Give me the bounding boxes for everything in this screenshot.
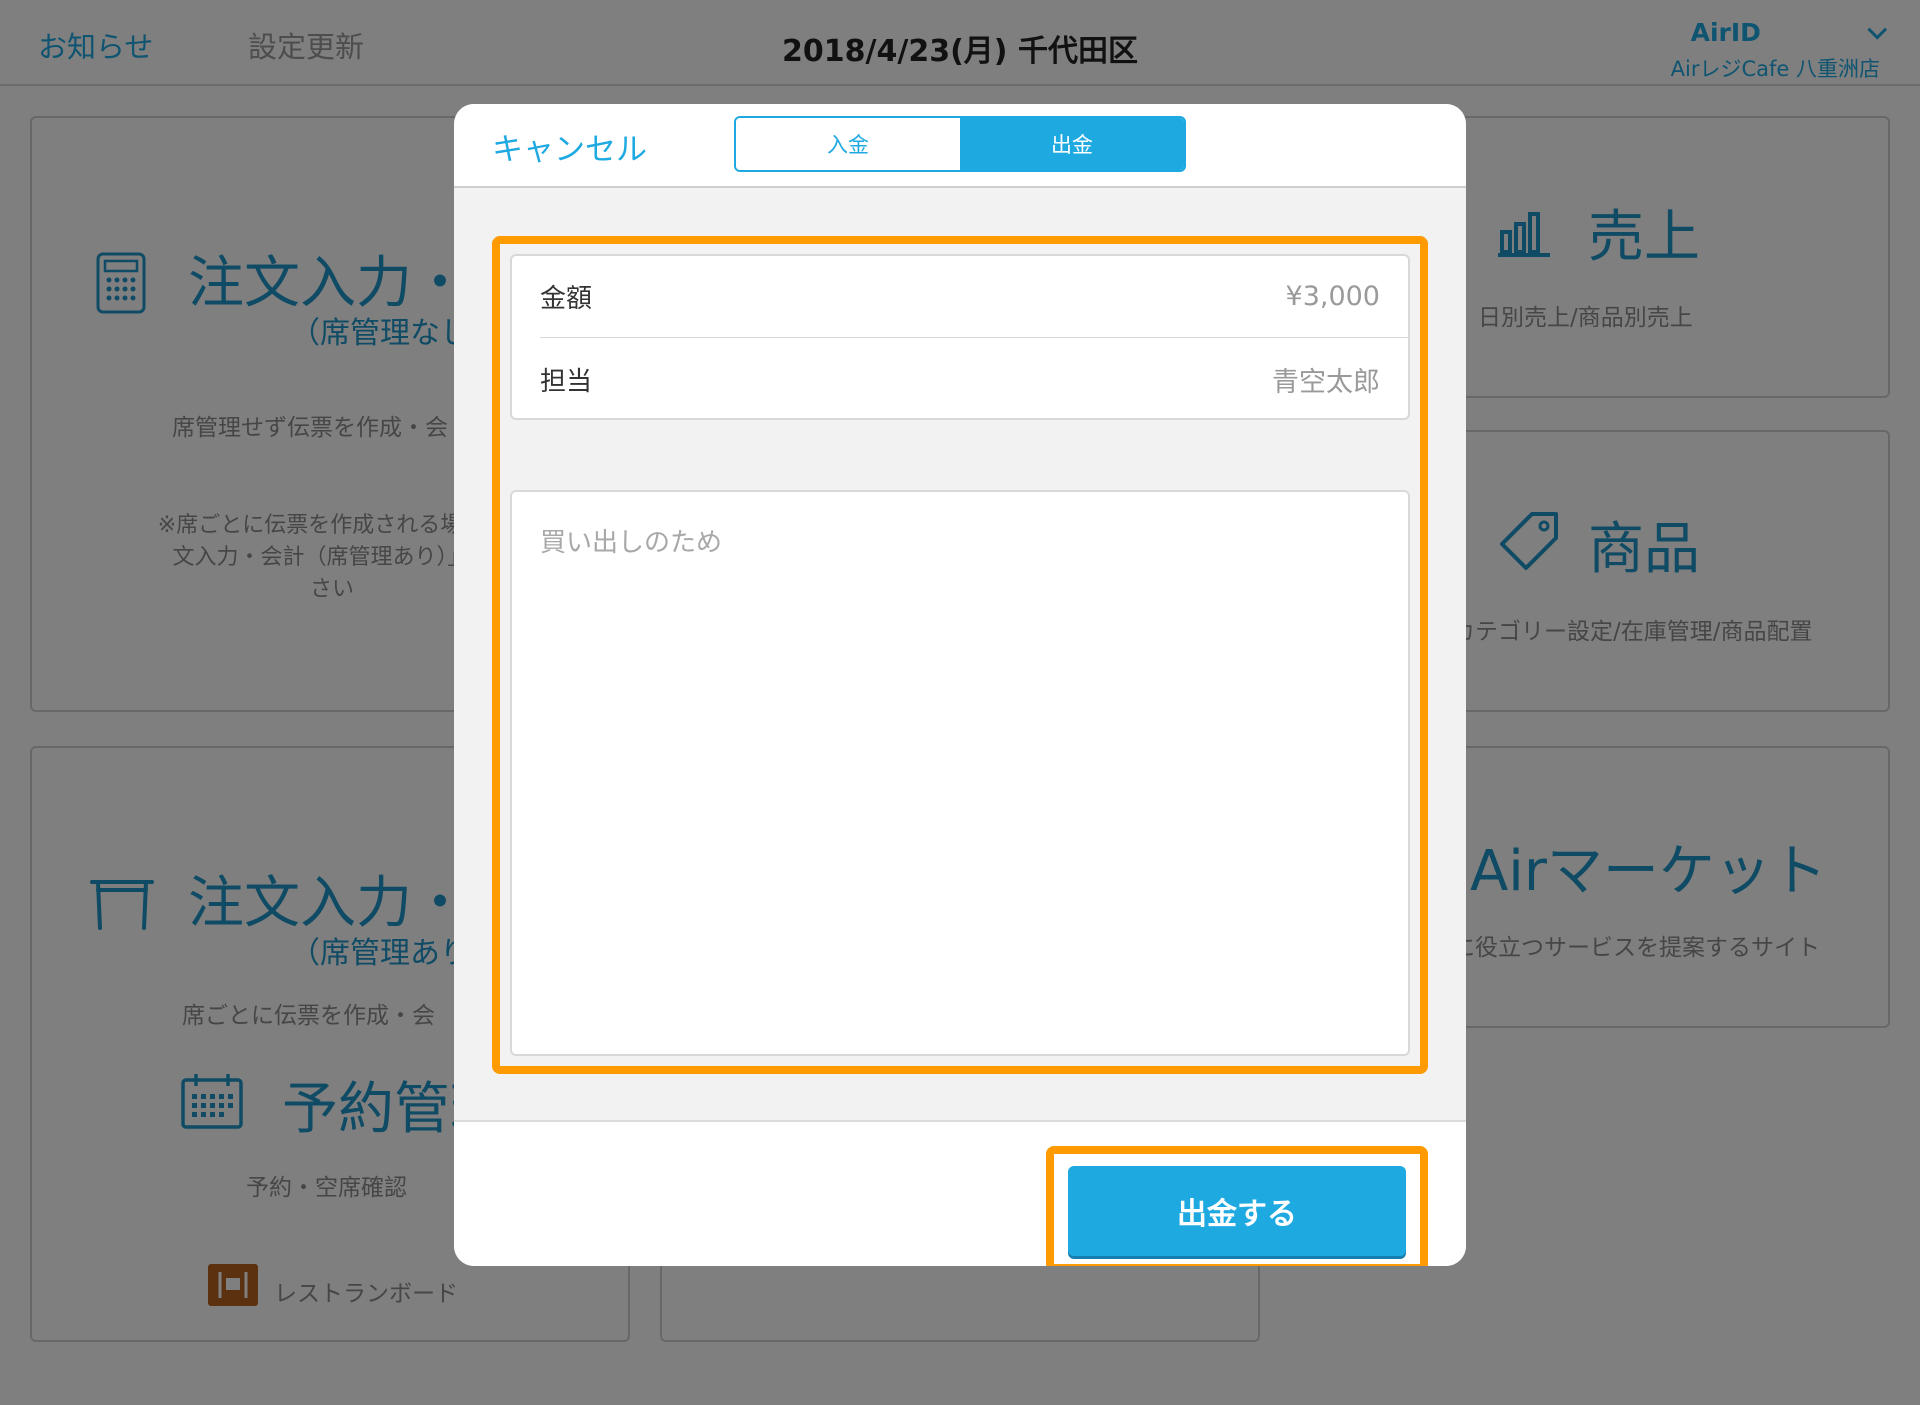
- memo-text: 買い出しのため: [540, 528, 723, 558]
- deposit-withdrawal-toggle: 入金 出金: [734, 116, 1186, 172]
- tab-withdrawal[interactable]: 出金: [960, 118, 1184, 170]
- amount-row[interactable]: 金額 ¥3,000: [540, 256, 1408, 338]
- cancel-button[interactable]: キャンセル: [492, 124, 647, 169]
- modal-header: キャンセル 入金 出金: [454, 104, 1466, 188]
- withdraw-submit-button[interactable]: 出金する: [1068, 1166, 1406, 1256]
- staff-row[interactable]: 担当 青空太郎: [540, 338, 1408, 420]
- amount-label: 金額: [540, 284, 593, 314]
- modal-footer: 出金する: [454, 1120, 1466, 1266]
- form-fields: 金額 ¥3,000 担当 青空太郎: [510, 254, 1410, 420]
- staff-label: 担当: [540, 366, 593, 397]
- tab-deposit[interactable]: 入金: [736, 118, 960, 170]
- memo-textarea[interactable]: 買い出しのため: [510, 490, 1410, 1056]
- staff-value[interactable]: 青空太郎: [1272, 360, 1380, 399]
- deposit-withdrawal-modal: キャンセル 入金 出金 金額 ¥3,000 担当 青空太郎 買い出しのため 出金…: [454, 104, 1466, 1266]
- amount-value[interactable]: ¥3,000: [1286, 281, 1380, 312]
